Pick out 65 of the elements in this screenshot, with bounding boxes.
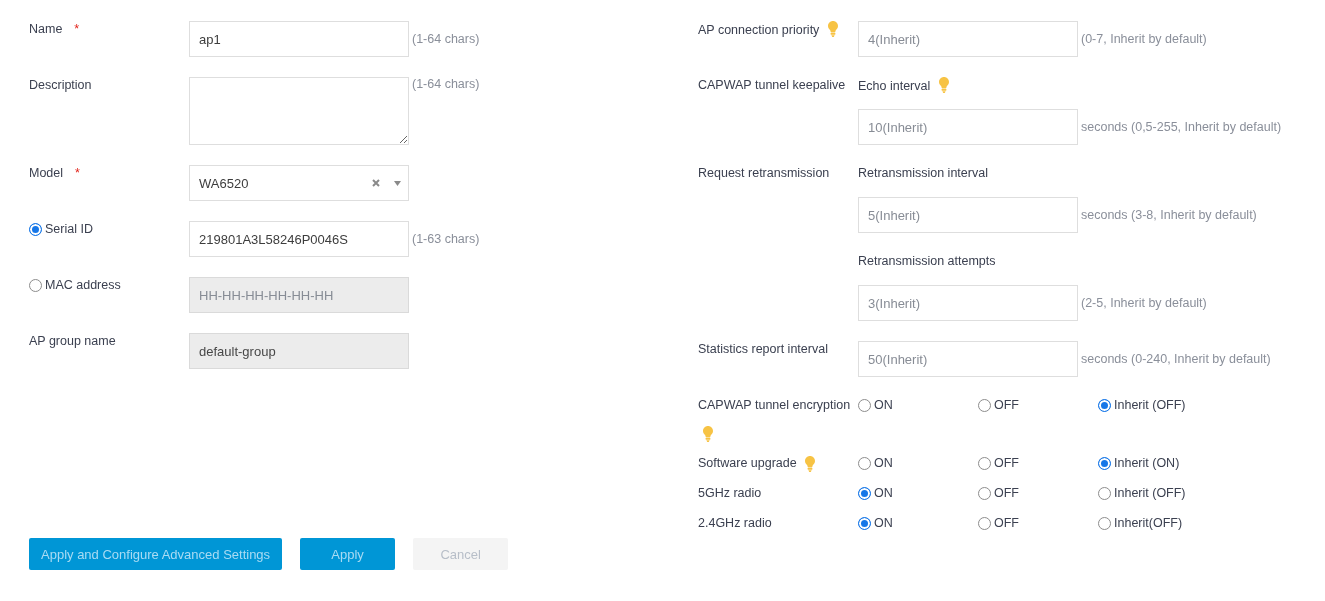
radio-button[interactable] <box>978 516 991 530</box>
field-label: CAPWAP tunnel keepalive <box>698 78 846 92</box>
lightbulb-icon[interactable] <box>805 455 816 472</box>
input-field[interactable]: 219801A3L58246P0046S <box>189 221 409 257</box>
radio-button[interactable] <box>29 222 42 236</box>
hint-text: (1-64 chars) <box>412 77 480 91</box>
radio-button[interactable] <box>978 486 991 500</box>
field-label: AP group name <box>29 333 116 349</box>
required-mark: * <box>74 21 80 37</box>
hint-text: seconds (0-240, Inherit by default) <box>1081 351 1271 368</box>
hint-text: (1-63 chars) <box>412 231 480 248</box>
radio-button[interactable] <box>1098 398 1111 412</box>
radio-button[interactable] <box>1098 486 1111 500</box>
hint-text: seconds (0,5-255, Inherit by default) <box>1081 119 1282 136</box>
lightbulb-icon[interactable] <box>827 21 838 37</box>
required-mark: * <box>75 165 80 181</box>
radio-button[interactable] <box>1098 516 1111 530</box>
field-label: CAPWAP tunnel encryption <box>698 398 851 412</box>
hint-text: (0-7, Inherit by default) <box>1081 31 1207 48</box>
hint-text: seconds (3-8, Inherit by default) <box>1081 207 1257 224</box>
radio-button[interactable] <box>858 456 871 470</box>
clear-icon[interactable] <box>372 179 380 187</box>
input-field[interactable]: 10(Inherit) <box>858 109 1078 145</box>
field-label: Software upgrade <box>698 456 797 470</box>
radio-label[interactable]: Inherit (OFF) <box>1114 486 1186 500</box>
radio-label[interactable]: OFF <box>994 456 1019 470</box>
radio-label[interactable]: ON <box>874 456 893 470</box>
radio-label[interactable]: OFF <box>994 516 1019 530</box>
radio-label[interactable]: OFF <box>994 486 1019 500</box>
field-label: AP connection priority <box>698 23 820 37</box>
radio-label[interactable]: Inherit (OFF) <box>1114 398 1186 412</box>
radio-label[interactable]: ON <box>874 486 893 500</box>
select-field[interactable]: WA6520 <box>189 165 409 201</box>
radio-button[interactable] <box>858 398 871 412</box>
field-sublabel: Retransmission attempts <box>858 254 996 268</box>
field-label: Request retransmission <box>698 166 830 180</box>
lightbulb-icon[interactable] <box>938 77 949 93</box>
caret-icon[interactable] <box>394 180 401 186</box>
radio-button[interactable] <box>858 486 871 500</box>
input-field[interactable]: 4(Inherit) <box>858 21 1078 57</box>
field-label: Description <box>29 77 92 93</box>
input-field[interactable]: 3(Inherit) <box>858 285 1078 321</box>
radio-label[interactable]: OFF <box>994 398 1019 412</box>
radio-label[interactable]: ON <box>874 398 893 412</box>
radio-label[interactable]: Inherit(OFF) <box>1114 516 1183 530</box>
radio-label[interactable]: Serial ID <box>45 221 93 237</box>
radio-label[interactable]: ON <box>874 516 893 530</box>
radio-button[interactable] <box>978 398 991 412</box>
field-label: 5GHz radio <box>698 486 762 500</box>
hint-text: (2-5, Inherit by default) <box>1081 295 1207 312</box>
hint-text: (1-64 chars) <box>412 31 480 48</box>
field-label: 2.4GHz radio <box>698 516 772 530</box>
radio-label[interactable]: Inherit (ON) <box>1114 456 1180 470</box>
radio-button[interactable] <box>858 516 871 530</box>
field-label: Statistics report interval <box>698 342 828 356</box>
input-field[interactable]: ap1 <box>189 21 409 57</box>
input-field[interactable]: 50(Inherit) <box>858 341 1078 377</box>
radio-button[interactable] <box>978 456 991 470</box>
input-field[interactable]: 5(Inherit) <box>858 197 1078 233</box>
lightbulb-icon[interactable] <box>703 425 713 442</box>
radio-button[interactable] <box>1098 456 1111 470</box>
field-sublabel: Echo interval <box>858 79 931 93</box>
field-sublabel: Retransmission interval <box>858 166 988 180</box>
field-label: Model <box>29 165 64 181</box>
field-label: Name <box>29 21 63 37</box>
